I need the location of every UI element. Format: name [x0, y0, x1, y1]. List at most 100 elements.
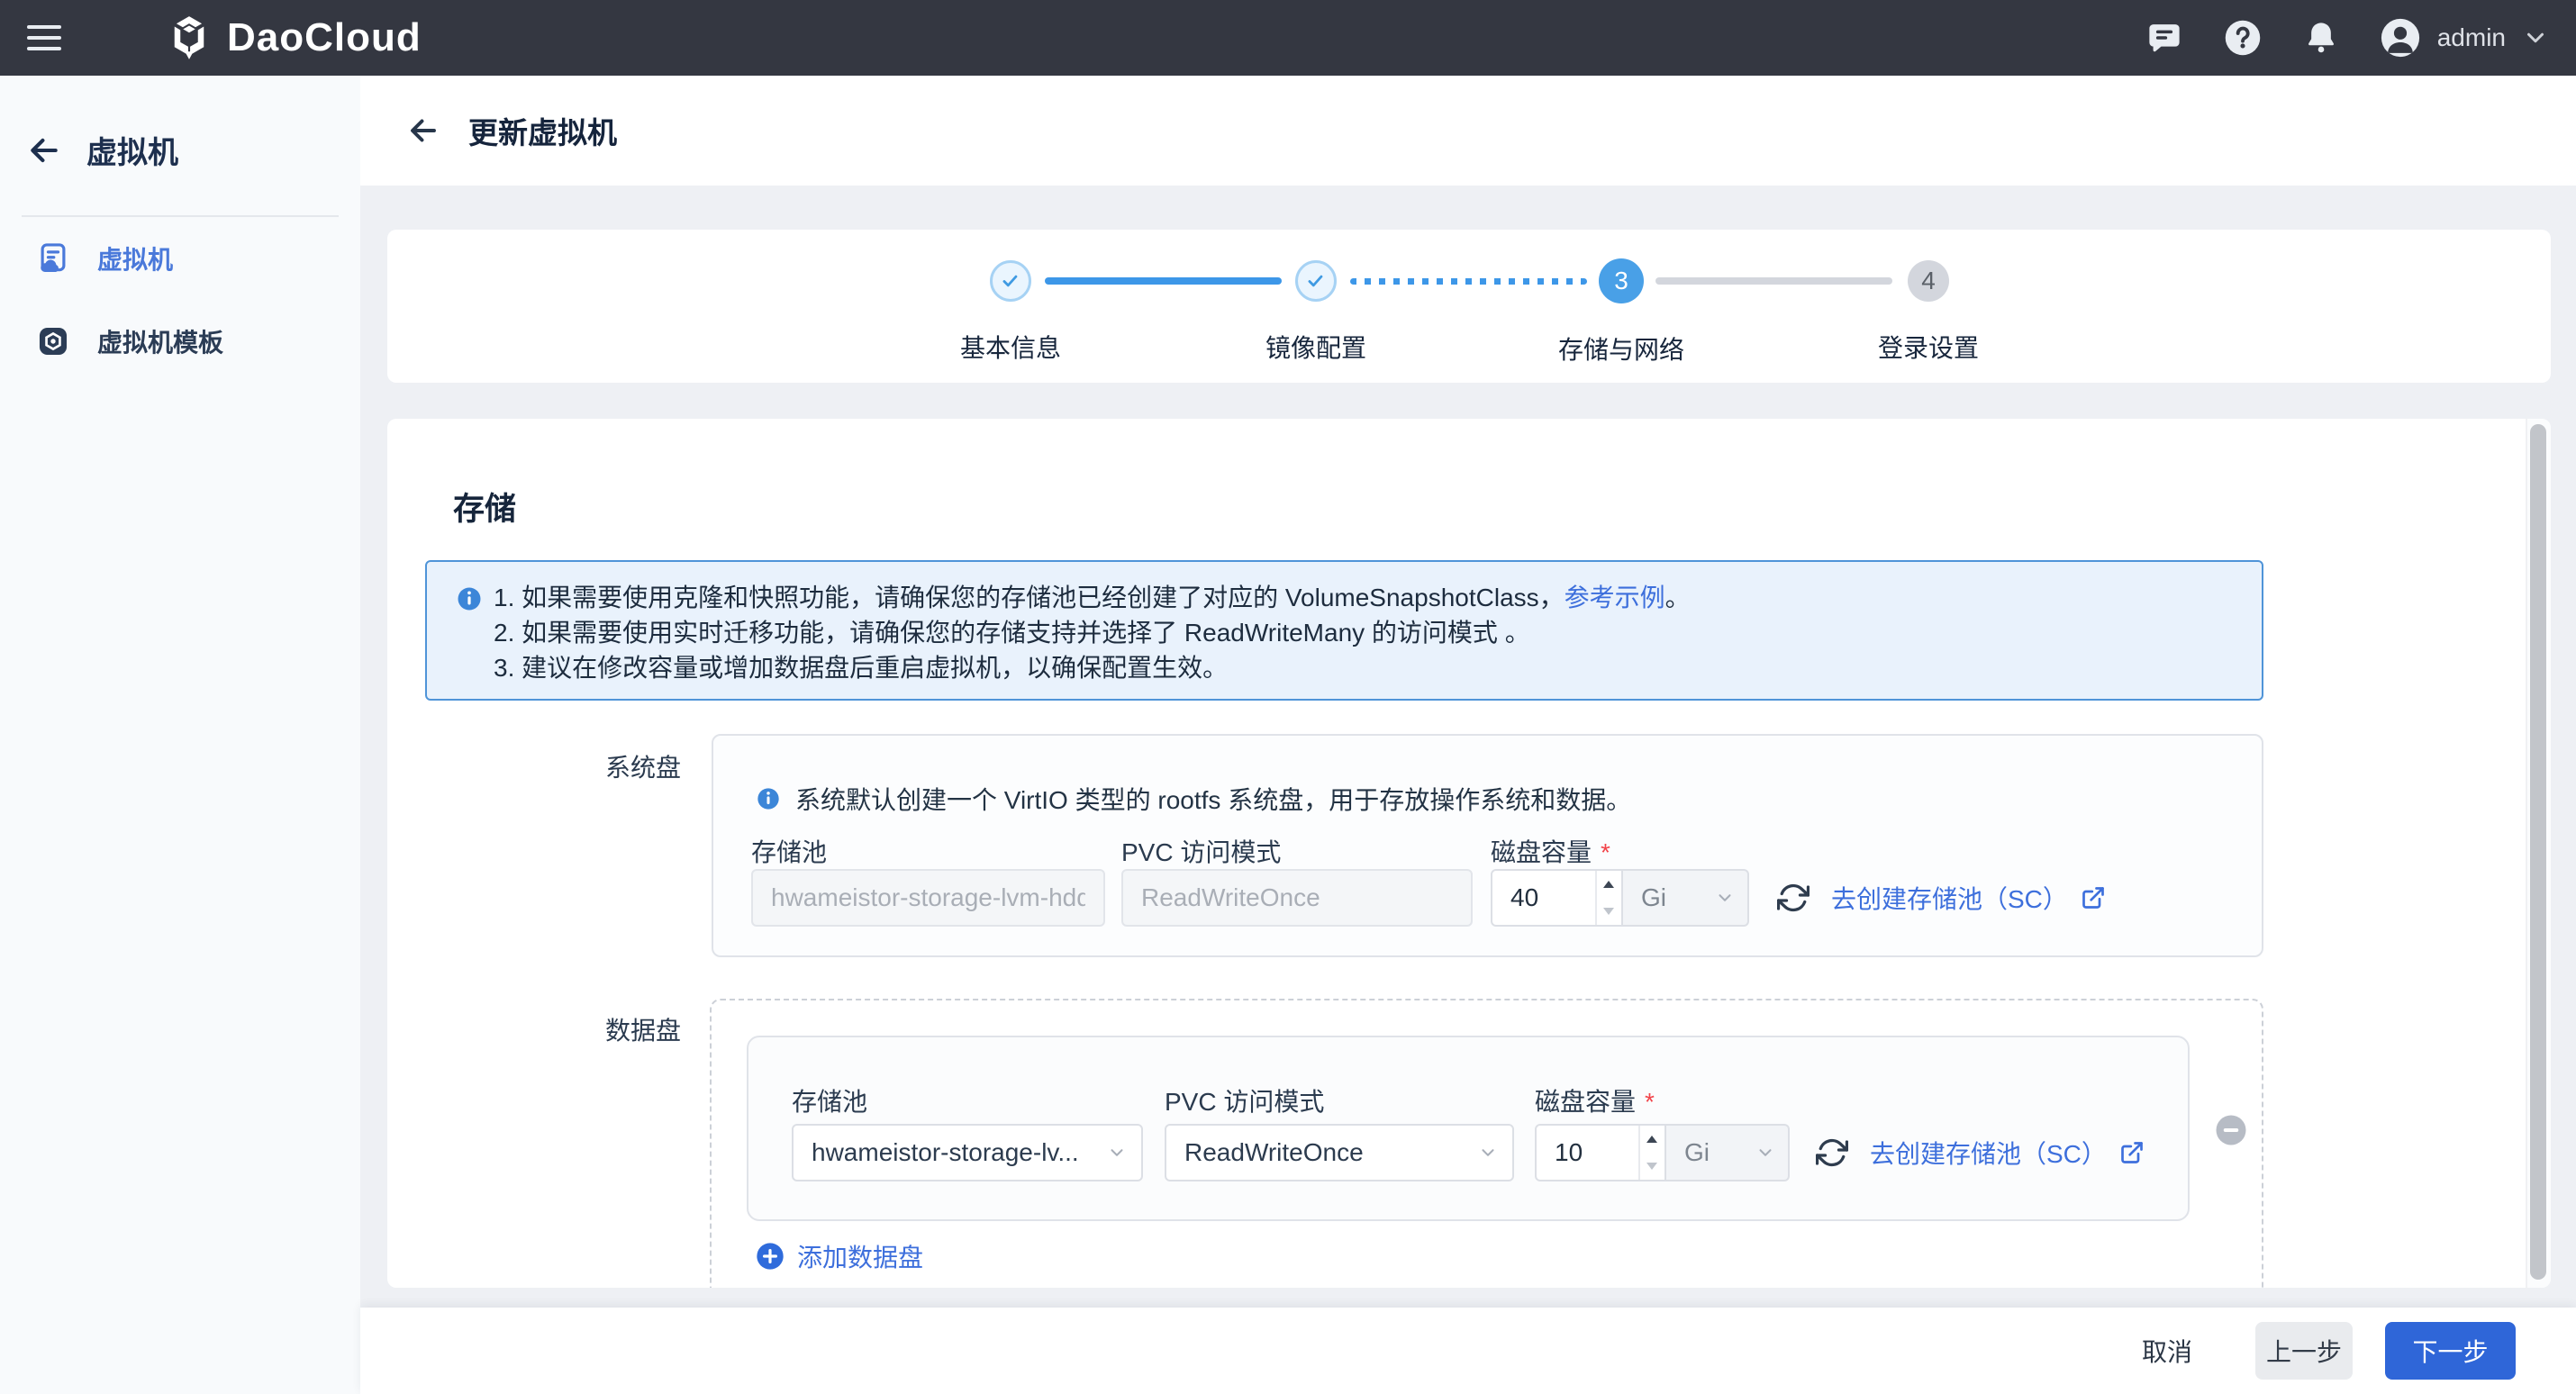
pool-field-label: 存储池: [792, 1082, 867, 1118]
cancel-button[interactable]: 取消: [2133, 1322, 2201, 1380]
step-label: 存储与网络: [1531, 330, 1711, 367]
chevron-down-icon: [1107, 1143, 1127, 1163]
hamburger-menu-icon[interactable]: [27, 20, 68, 56]
avatar: [2380, 17, 2421, 59]
pvc-field-label: PVC 访问模式: [1165, 1082, 1324, 1118]
system-pvc-input: [1121, 869, 1473, 927]
chevron-down-icon: [1478, 1143, 1498, 1163]
unit-value: Gi: [1641, 883, 1666, 912]
add-data-disk-label: 添加数据盘: [797, 1238, 923, 1274]
capacity-field-label: 磁盘容量 *: [1491, 833, 1610, 869]
refresh-icon[interactable]: [1816, 1136, 1848, 1169]
message-icon[interactable]: [2145, 19, 2183, 57]
system-capacity-stepper: [1491, 869, 1623, 927]
vm-icon: [36, 241, 70, 276]
vm-template-icon: [36, 324, 70, 358]
help-icon[interactable]: [2223, 18, 2263, 58]
page-back-arrow-icon[interactable]: [407, 114, 440, 147]
user-menu[interactable]: admin: [2380, 17, 2549, 59]
remove-data-disk-icon[interactable]: [2215, 1114, 2247, 1146]
notifications-bell-icon[interactable]: [2302, 19, 2340, 57]
create-storage-pool-label: 去创建存储池（SC）: [1831, 880, 2068, 916]
system-disk-note-text: 系统默认创建一个 VirtIO 类型的 rootfs 系统盘，用于存放操作系统和…: [795, 781, 1631, 817]
system-capacity-input[interactable]: [1492, 871, 1595, 925]
required-asterisk: *: [1601, 838, 1610, 866]
step-image-config[interactable]: 镜像配置: [1226, 230, 1406, 365]
system-disk-note: 系统默认创建一个 VirtIO 类型的 rootfs 系统盘，用于存放操作系统和…: [756, 781, 1631, 817]
external-link-icon: [2081, 885, 2106, 910]
step-storage-network[interactable]: 3 存储与网络: [1531, 230, 1711, 367]
sidebar-title: 虚拟机: [86, 128, 178, 172]
wizard-footer: 取消 上一步 下一步: [360, 1308, 2576, 1394]
create-storage-pool-label: 去创建存储池（SC）: [1870, 1135, 2107, 1171]
notice-line-1-period: 。: [1665, 584, 1691, 611]
step-check-icon: [990, 260, 1031, 302]
add-data-disk-button[interactable]: 添加数据盘: [756, 1238, 923, 1274]
pool-field-label: 存储池: [751, 833, 827, 869]
create-storage-pool-link[interactable]: 去创建存储池（SC）: [1870, 1135, 2145, 1171]
step-number: 4: [1908, 260, 1949, 302]
data-capacity-unit-select[interactable]: Gi: [1666, 1124, 1790, 1181]
capacity-increase-icon[interactable]: [1597, 871, 1621, 898]
topbar: DaoCloud: [0, 0, 2576, 76]
step-label: 登录设置: [1838, 329, 2018, 365]
wizard-stepper: 基本信息 镜像配置 3 存储与网络 4 登录设置: [387, 230, 2551, 383]
chevron-down-icon: [2522, 24, 2549, 51]
data-pool-select[interactable]: hwameistor-storage-lv...: [792, 1124, 1143, 1181]
step-login-settings[interactable]: 4 登录设置: [1838, 230, 2018, 365]
data-pool-value: hwameistor-storage-lv...: [812, 1138, 1079, 1167]
scrollbar-track[interactable]: [2526, 419, 2551, 1288]
system-disk-card: 系统默认创建一个 VirtIO 类型的 rootfs 系统盘，用于存放操作系统和…: [712, 734, 2263, 957]
info-icon: [756, 786, 781, 811]
plus-circle-icon: [756, 1242, 785, 1271]
notice-line-1: 1. 如果需要使用克隆和快照功能，请确保您的存储池已经创建了对应的 Volume…: [494, 580, 2240, 615]
data-disk-group: 存储池 PVC 访问模式 磁盘容量 * hwameistor-storage-lv…: [710, 999, 2263, 1288]
capacity-field-label: 磁盘容量 *: [1535, 1082, 1655, 1118]
step-basic-info[interactable]: 基本信息: [921, 230, 1101, 365]
step-number: 3: [1599, 258, 1644, 303]
data-capacity-input[interactable]: [1537, 1126, 1638, 1180]
unit-value: Gi: [1684, 1138, 1710, 1167]
sidebar-item-virtual-machines[interactable]: 虚拟机: [0, 217, 360, 300]
data-pvc-select[interactable]: ReadWriteOnce: [1165, 1124, 1514, 1181]
refresh-icon[interactable]: [1777, 882, 1810, 914]
chevron-down-icon: [1715, 888, 1735, 908]
sidebar-item-label: 虚拟机: [97, 240, 173, 276]
brand-name: DaoCloud: [227, 15, 422, 60]
previous-step-button[interactable]: 上一步: [2255, 1322, 2353, 1380]
storage-notice: 1. 如果需要使用克隆和快照功能，请确保您的存储池已经创建了对应的 Volume…: [425, 560, 2263, 701]
required-asterisk: *: [1645, 1088, 1655, 1116]
sidebar-back-arrow-icon[interactable]: [27, 133, 61, 167]
scrollbar-thumb[interactable]: [2530, 424, 2546, 1280]
username-label: admin: [2437, 23, 2506, 52]
data-disk-label: 数据盘: [594, 1011, 681, 1047]
info-icon: [456, 585, 483, 612]
sidebar-item-label: 虚拟机模板: [97, 323, 223, 359]
system-disk-label: 系统盘: [594, 748, 681, 784]
daocloud-logo: DaoCloud: [166, 14, 422, 61]
pvc-field-label: PVC 访问模式: [1121, 833, 1281, 869]
external-link-icon: [2119, 1140, 2145, 1165]
daocloud-logo-icon: [166, 14, 213, 61]
step-label: 基本信息: [921, 329, 1101, 365]
capacity-decrease-icon[interactable]: [1640, 1153, 1664, 1180]
sidebar: 虚拟机 虚拟机 虚拟机模板: [0, 76, 360, 1394]
capacity-decrease-icon[interactable]: [1597, 898, 1621, 925]
storage-form-panel: 存储 1. 如果需要使用克隆和快照功能，请确保您的存储池已经创建了对应的 Vol…: [387, 419, 2551, 1288]
data-capacity-stepper: [1535, 1124, 1666, 1181]
reference-example-link[interactable]: 参考示例: [1565, 584, 1665, 611]
page-title: 更新虚拟机: [468, 109, 617, 152]
capacity-label-text: 磁盘容量: [1535, 1088, 1636, 1116]
step-label: 镜像配置: [1226, 329, 1406, 365]
system-capacity-unit-select[interactable]: Gi: [1623, 869, 1749, 927]
sidebar-item-vm-templates[interactable]: 虚拟机模板: [0, 300, 360, 383]
data-disk-card: 存储池 PVC 访问模式 磁盘容量 * hwameistor-storage-lv…: [747, 1036, 2190, 1221]
capacity-increase-icon[interactable]: [1640, 1126, 1664, 1153]
create-storage-pool-link[interactable]: 去创建存储池（SC）: [1831, 880, 2106, 916]
capacity-label-text: 磁盘容量: [1491, 838, 1592, 866]
system-pool-input: [751, 869, 1105, 927]
page-header: 更新虚拟机: [360, 76, 2576, 186]
next-step-button[interactable]: 下一步: [2385, 1322, 2516, 1380]
data-pvc-value: ReadWriteOnce: [1184, 1138, 1364, 1167]
notice-line-3: 3. 建议在修改容量或增加数据盘后重启虚拟机，以确保配置生效。: [494, 650, 2240, 685]
